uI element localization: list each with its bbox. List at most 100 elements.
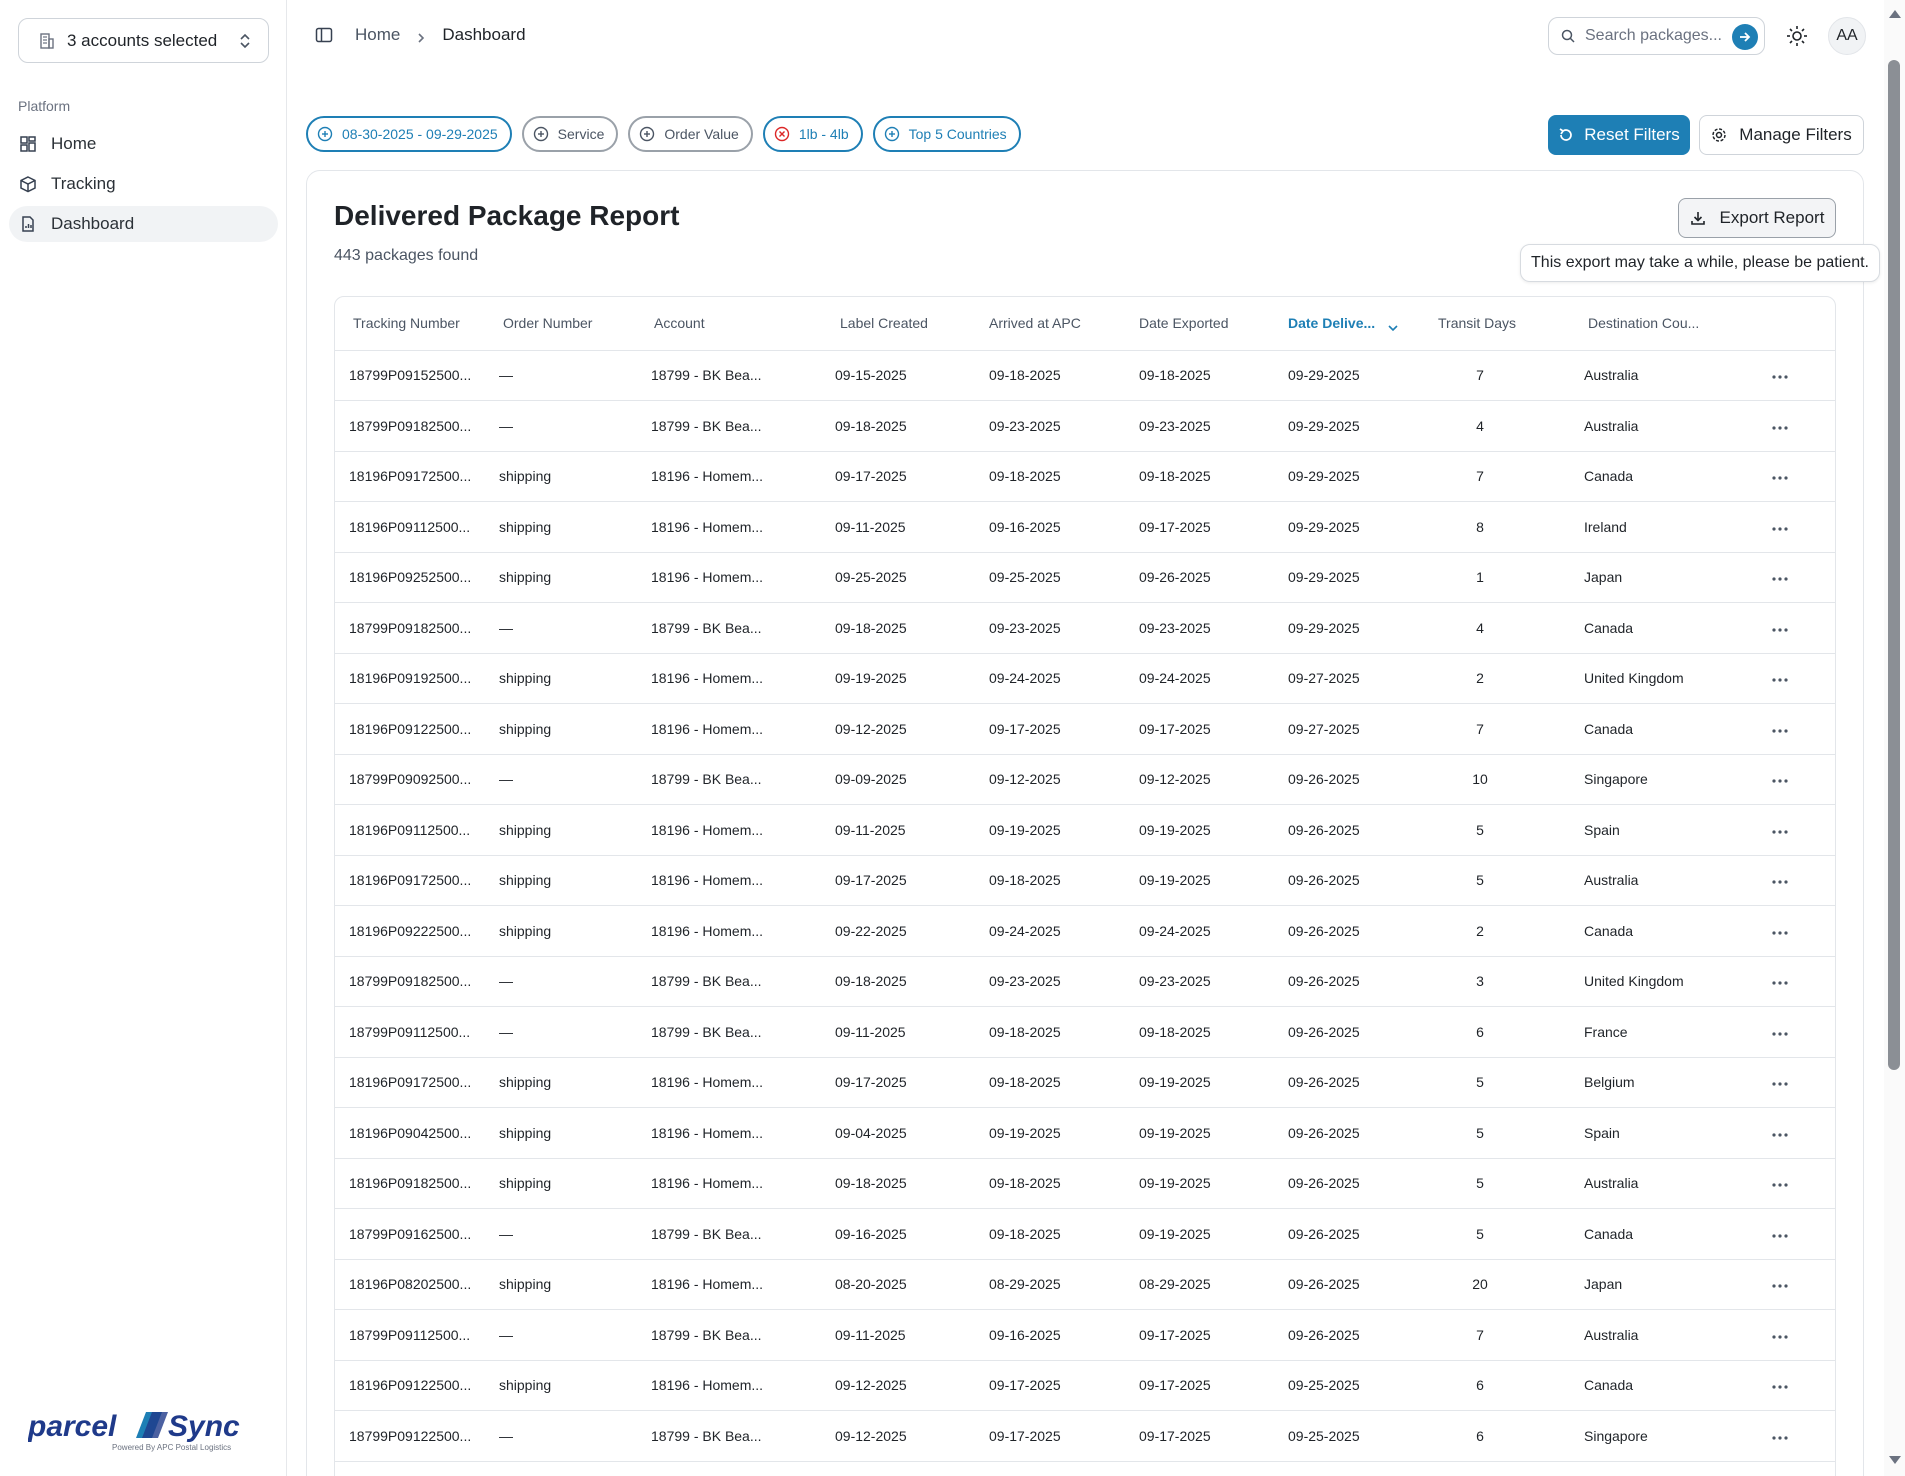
table-cell: 09-26-2025 [1250,1107,1410,1159]
x-circle-icon[interactable] [774,126,790,142]
table-row[interactable]: 18196P09192500... shipping 18196 - Homem..… [335,653,1835,704]
table-row[interactable]: 18799P09182500... —18799 - BK Bea... 09-18… [335,602,1835,654]
row-actions-cell [1740,1410,1835,1462]
sidebar-item-dashboard[interactable]: Dashboard [9,206,278,242]
export-report-button[interactable]: Export Report [1678,198,1836,238]
table-row[interactable]: 18196P09222500... shipping 18196 - Homem..… [335,905,1835,957]
col-actions [1740,297,1835,351]
table-cell: 09-11-2025 [800,501,950,553]
table-cell: Canada [1550,1208,1740,1260]
plus-circle-icon [884,126,900,142]
more-horizontal-icon[interactable] [1770,822,1790,834]
table-cell: Canada [1550,1360,1740,1411]
page-scrollbar[interactable] [1884,0,1905,1476]
table-cell: shipping [485,653,635,704]
search-submit-button[interactable] [1732,24,1758,50]
col-label-created[interactable]: Label Created [800,297,950,351]
more-horizontal-icon[interactable] [1770,569,1790,581]
more-horizontal-icon[interactable] [1770,1276,1790,1288]
plus-circle-icon [317,126,333,142]
more-horizontal-icon[interactable] [1770,367,1790,379]
filter-chip-top-countries[interactable]: Top 5 Countries [872,116,1021,152]
more-horizontal-icon[interactable] [1770,418,1790,430]
manage-filters-button[interactable]: Manage Filters [1699,115,1864,155]
search-input[interactable]: Search packages... [1548,17,1765,55]
filter-chip-weight[interactable]: 1lb - 4lb [762,116,863,152]
scroll-up-arrow-icon[interactable] [1889,10,1901,18]
more-horizontal-icon[interactable] [1770,721,1790,733]
col-account[interactable]: Account [635,297,800,351]
reset-filters-button[interactable]: Reset Filters [1548,115,1690,155]
more-horizontal-icon[interactable] [1770,620,1790,632]
sidebar-item-tracking[interactable]: Tracking [9,166,278,202]
table-cell: 2 [1410,653,1550,704]
more-horizontal-icon[interactable] [1770,519,1790,531]
table-cell: 09-16-2025 [800,1208,950,1260]
col-transit-days[interactable]: Transit Days [1410,297,1550,351]
sidebar-item-label: Dashboard [51,214,135,233]
col-date-exported[interactable]: Date Exported [1100,297,1250,351]
scroll-down-arrow-icon[interactable] [1889,1456,1901,1464]
row-actions-cell [1740,905,1835,957]
more-horizontal-icon[interactable] [1770,872,1790,884]
col-arrived-at-apc[interactable]: Arrived at APC [950,297,1100,351]
sidebar-item-home[interactable]: Home [9,126,278,162]
table-row[interactable]: 18196P09122500... shipping 18196 - Homem..… [335,703,1835,755]
more-horizontal-icon[interactable] [1770,1024,1790,1036]
table-row[interactable]: 18799P09182500... —18799 - BK Bea... 09-18… [335,400,1835,452]
avatar[interactable]: AA [1828,17,1866,55]
more-horizontal-icon[interactable] [1770,1226,1790,1238]
sidebar-toggle-icon[interactable] [315,26,333,44]
table-row[interactable]: 18196P09112500... shipping 18196 - Homem..… [335,804,1835,856]
account-selector[interactable]: 3 accounts selected [18,18,269,63]
sun-icon[interactable] [1785,24,1809,48]
more-horizontal-icon[interactable] [1770,1428,1790,1440]
table-row[interactable]: 18799P09152500... —18799 - BK Bea... 09-15… [335,350,1835,401]
filter-chip-order-value[interactable]: Order Value [628,116,753,152]
row-actions-cell [1740,1360,1835,1411]
table-cell: 18196 - Homem... [635,1259,800,1310]
col-tracking-number[interactable]: Tracking Number [335,297,485,351]
table-cell: 18799P09182500... [335,602,485,654]
more-horizontal-icon[interactable] [1770,1074,1790,1086]
table-row[interactable]: 18799P09122500... —18799 - BK Bea... 09-12… [335,1410,1835,1462]
col-date-delivered[interactable]: Date Delive... [1250,297,1410,351]
more-horizontal-icon[interactable] [1770,1377,1790,1389]
package-count: 443 packages found [334,247,479,264]
manage-filters-label: Manage Filters [1739,125,1852,144]
table-row[interactable]: 18196P09252500... shipping 18196 - Homem..… [335,552,1835,603]
report-icon [19,215,37,233]
more-horizontal-icon[interactable] [1770,1327,1790,1339]
table-row[interactable]: 18799P09162500... —18799 - BK Bea... 09-16… [335,1208,1835,1260]
more-horizontal-icon[interactable] [1770,923,1790,935]
table-cell: 18196 - Homem... [635,855,800,906]
more-horizontal-icon[interactable] [1770,670,1790,682]
table-row[interactable]: 18196P09172500... shipping 18196 - Homem..… [335,1057,1835,1108]
filter-chip-service[interactable]: Service [521,116,619,152]
table-cell: 09-17-2025 [800,855,950,906]
table-row[interactable]: 18196P09182500... shipping 18196 - Homem..… [335,1158,1835,1209]
more-horizontal-icon[interactable] [1770,771,1790,783]
more-horizontal-icon[interactable] [1770,468,1790,480]
scrollbar-thumb[interactable] [1888,60,1900,1070]
table-row[interactable]: 18799P09092500... —18799 - BK Bea... 09-09… [335,754,1835,805]
table-row[interactable]: 18799P09182500... —18799 - BK Bea... 09-18… [335,956,1835,1007]
col-order-number[interactable]: Order Number [485,297,635,351]
table-row[interactable]: 18196P08202500... shipping 18196 - Homem..… [335,1259,1835,1310]
table-row[interactable]: 18196P09122500... shipping 18196 - Homem..… [335,1360,1835,1411]
table-cell: 09-04-2025 [800,1107,950,1159]
table-row[interactable]: 18799P09112500... —18799 - BK Bea... 09-11… [335,1309,1835,1361]
breadcrumb-home[interactable]: Home [355,25,400,45]
filter-chip-date-range[interactable]: 08-30-2025 - 09-29-2025 [306,116,512,152]
table-row[interactable]: 18196P09042500... shipping 18196 - Homem..… [335,1107,1835,1159]
table-row[interactable]: 18196P09172500... shipping 18196 - Homem..… [335,855,1835,906]
col-destination-country[interactable]: Destination Cou... [1550,297,1740,351]
more-horizontal-icon[interactable] [1770,1125,1790,1137]
filter-chip-label: Order Value [664,126,739,142]
table-row[interactable]: 18196P09172500... shipping 18196 - Homem..… [335,451,1835,502]
table-cell: 09-17-2025 [1100,703,1250,755]
table-row[interactable]: 18196P09112500... shipping 18196 - Homem..… [335,501,1835,553]
table-row[interactable]: 18799P09112500... —18799 - BK Bea... 09-11… [335,1006,1835,1058]
more-horizontal-icon[interactable] [1770,973,1790,985]
more-horizontal-icon[interactable] [1770,1175,1790,1187]
